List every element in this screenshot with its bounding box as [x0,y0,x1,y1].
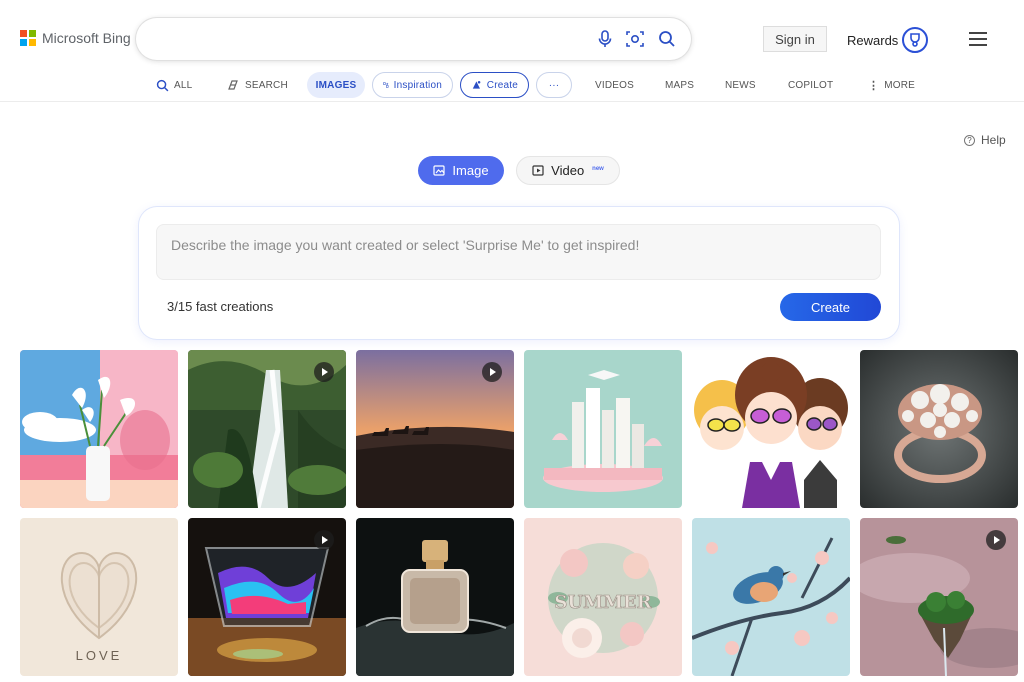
tab-copilot-label: COPILOT [788,79,834,91]
copilot-search-icon [228,80,238,90]
gallery-image-summer-wreath[interactable]: SUMMER [524,518,682,676]
tab-search[interactable]: SEARCH [226,72,288,98]
scope-nav: ALL SEARCH IMAGES Inspiration Create ···… [0,72,1024,98]
tab-news-label: NEWS [725,79,756,91]
gallery-image-perfume-bottle[interactable] [356,518,514,676]
tab-news[interactable]: NEWS [725,72,756,98]
create-button[interactable]: Create [780,293,881,321]
help-icon: ? [964,134,975,146]
rewards-trophy-icon[interactable] [902,27,928,53]
video-create-icon [532,165,544,176]
new-badge: new [592,165,604,172]
gallery-image-paper-city[interactable] [524,350,682,508]
video-play-icon [986,530,1006,550]
tab-videos[interactable]: VIDEOS [595,72,634,98]
prompt-input[interactable] [156,224,881,280]
gallery-video-waterfall[interactable] [188,350,346,508]
gallery-video-rainbow-glass[interactable] [188,518,346,676]
tab-create[interactable]: Create [460,72,529,98]
visual-search-icon[interactable] [625,29,645,49]
search-input[interactable] [136,18,691,60]
image-create-icon [433,165,446,176]
help-link[interactable]: ? Help [964,133,1006,147]
gallery-image-calla-lilies[interactable] [20,350,178,508]
help-label: Help [981,133,1006,147]
inspiration-icon [383,82,389,88]
vertical-dots-icon: ⋮ [868,79,880,92]
love-text: LOVE [76,648,123,663]
gallery-video-floating-island[interactable] [860,518,1018,676]
tab-videos-label: VIDEOS [595,79,634,91]
sign-in-button[interactable]: Sign in [763,26,827,52]
inspiration-gallery: LOVE SUMMER [20,350,1018,682]
bird-blossom-image [692,518,850,676]
video-mode-label: Video [551,163,585,178]
tab-all-label: ALL [174,79,193,91]
bing-logo[interactable]: Microsoft Bing [20,30,131,46]
more-options-button[interactable]: ··· [536,72,572,98]
tab-create-label: Create [486,79,518,91]
video-play-icon [482,362,502,382]
tab-search-label: SEARCH [245,79,288,91]
gallery-image-paper-heart[interactable]: LOVE [20,518,178,676]
rewards-link[interactable]: Rewards [847,33,898,48]
tab-copilot[interactable]: COPILOT [788,72,833,98]
perfume-bottle-image [356,518,514,676]
search-icon [156,79,169,91]
logo-text: Microsoft Bing [42,30,131,46]
top-header: Microsoft Bing Sign in Rewards ALL SEARC… [0,0,1024,102]
microphone-icon[interactable] [595,29,615,49]
anime-friends-image [692,350,850,508]
tab-inspiration[interactable]: Inspiration [372,72,453,98]
microsoft-logo-icon [20,30,36,46]
image-mode-label: Image [452,163,489,178]
video-play-icon [314,530,334,550]
tab-inspiration-label: Inspiration [393,79,442,91]
gallery-video-desert-camels[interactable] [356,350,514,508]
tab-maps[interactable]: MAPS [665,72,694,98]
prompt-card: 3/15 fast creations Create [139,207,899,339]
tab-all[interactable]: ALL [156,72,192,98]
tab-images-label: IMAGES [315,79,357,91]
paper-heart-image: LOVE [20,518,178,676]
tab-maps-label: MAPS [665,79,695,91]
tab-images[interactable]: IMAGES [307,72,365,98]
video-play-icon [314,362,334,382]
image-mode-button[interactable]: Image [418,156,504,185]
menu-icon[interactable] [969,32,987,46]
summer-text: SUMMER [554,592,652,613]
tab-more-label: MORE [884,79,916,91]
fast-creations-count: 3/15 fast creations [167,299,274,314]
more-options-label: ··· [548,79,560,91]
calla-lilies-image [20,350,178,508]
summer-wreath-image: SUMMER [524,518,682,676]
paper-city-image [524,350,682,508]
video-mode-button[interactable]: Video new [516,156,620,185]
gallery-image-bird-blossom[interactable] [692,518,850,676]
gallery-image-pearl-ring[interactable] [860,350,1018,508]
tab-more[interactable]: ⋮ MORE [868,72,915,98]
search-icon[interactable] [657,29,677,49]
create-icon [472,81,481,89]
pearl-ring-image [860,350,1018,508]
gallery-image-anime-friends[interactable] [692,350,850,508]
